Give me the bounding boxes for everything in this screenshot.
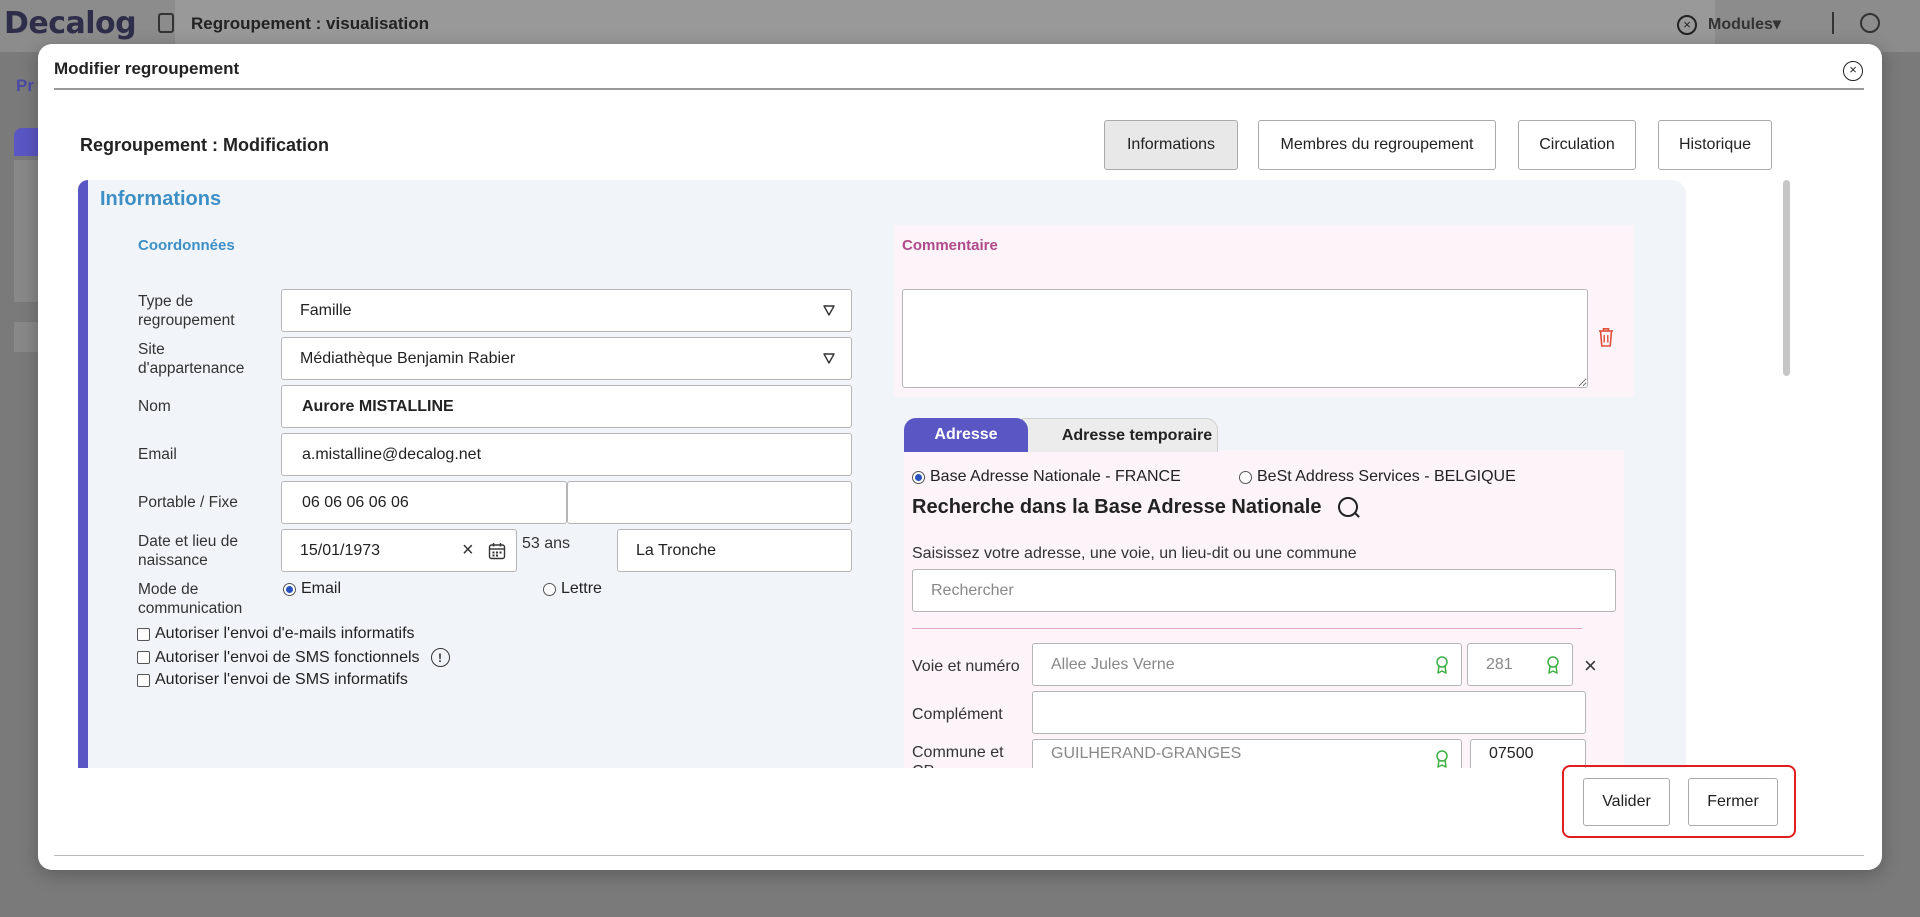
chevron-down-icon (823, 353, 835, 364)
checkbox-emails-informatifs[interactable]: Autoriser l'envoi d'e-mails informatifs (137, 625, 415, 643)
background-panel-strip (14, 322, 38, 352)
validated-icon (1436, 656, 1448, 674)
valider-button[interactable]: Valider (1583, 778, 1670, 826)
header-divider (1832, 12, 1834, 34)
tab-historique[interactable]: Historique (1658, 120, 1772, 170)
address-search-input[interactable]: Rechercher (912, 569, 1616, 612)
radio-lettre[interactable] (543, 582, 556, 596)
chevron-down-icon (823, 305, 835, 316)
birth-label: Date et lieu de naissance (138, 533, 238, 569)
voie-input[interactable]: Allee Jules Verne (1032, 643, 1462, 686)
cp-input[interactable]: 07500 (1470, 739, 1586, 768)
modal-title: Modifier regroupement (54, 59, 240, 78)
age-value: 53 ans (522, 535, 571, 552)
radio-best[interactable] (1239, 470, 1252, 484)
commune-input[interactable]: GUILHERAND-GRANGES (1032, 739, 1462, 768)
modules-menu: Modules▾ (1708, 16, 1781, 33)
tab-adresse-temporaire[interactable]: Adresse temporaire (1022, 418, 1218, 452)
background-breadcrumb: Pr (16, 76, 34, 95)
address-divider (912, 628, 1582, 629)
source-ban[interactable]: Base Adresse Nationale - FRANCE (912, 468, 1181, 486)
mobile-input[interactable]: 06 06 06 06 06 (281, 481, 567, 524)
birth-place-input[interactable]: La Tronche (617, 529, 852, 572)
tab-membres[interactable]: Membres du regroupement (1258, 120, 1496, 170)
clear-icon[interactable]: × (462, 539, 474, 562)
background-dialog-title: Regroupement : visualisation (191, 14, 430, 33)
calendar-icon[interactable] (488, 542, 506, 560)
informations-heading: Informations (100, 188, 222, 210)
birth-date-input[interactable]: 15/01/1973 × (281, 529, 517, 572)
comm-option-lettre[interactable]: Lettre (543, 580, 602, 598)
site-select[interactable]: Médiathèque Benjamin Rabier (281, 337, 852, 380)
trash-icon[interactable] (1597, 326, 1615, 348)
radio-ban[interactable] (912, 470, 925, 484)
tab-informations[interactable]: Informations (1104, 120, 1238, 170)
background-tab (14, 128, 40, 156)
search-title: Recherche dans la Base Adresse Nationale (912, 496, 1322, 518)
validated-icon (1547, 656, 1559, 674)
site-label: Site d'appartenance (138, 341, 245, 377)
background-close-icon: × (1677, 15, 1697, 35)
close-icon[interactable]: × (1843, 61, 1863, 81)
scrollbar[interactable] (1783, 180, 1790, 376)
checkbox[interactable] (137, 651, 150, 664)
fermer-button[interactable]: Fermer (1688, 778, 1778, 826)
type-select[interactable]: Famille (281, 289, 852, 332)
checkbox[interactable] (137, 673, 150, 687)
checkbox-sms-informatifs[interactable]: Autoriser l'envoi de SMS informatifs (137, 671, 408, 689)
search-hint: Saisissez votre adresse, une voie, un li… (912, 545, 1357, 562)
nom-input[interactable]: Aurore MISTALLINE (281, 385, 852, 428)
type-label: Type de regroupement (138, 293, 235, 329)
email-label: Email (138, 446, 177, 463)
tab-circulation[interactable]: Circulation (1518, 120, 1636, 170)
commentaire-textarea[interactable] (902, 289, 1588, 388)
complement-input[interactable] (1032, 691, 1586, 734)
commune-label: Commune etCP (912, 744, 1004, 768)
fixe-input[interactable] (567, 481, 852, 524)
background-panel (14, 160, 38, 302)
coordonnees-heading: Coordonnées (138, 237, 235, 254)
checkbox-sms-fonctionnels[interactable]: Autoriser l'envoi de SMS fonctionnels ! (137, 648, 450, 667)
comm-label: Mode de communication (138, 581, 243, 617)
voie-label: Voie et numéro (912, 658, 1020, 675)
title-divider (54, 88, 1864, 90)
comm-option-email[interactable]: Email (283, 580, 341, 598)
phone-label: Portable / Fixe (138, 494, 238, 511)
clear-address-icon[interactable]: × (1584, 655, 1597, 677)
complement-label: Complément (912, 706, 1003, 723)
section-title: Regroupement : Modification (80, 135, 329, 155)
validated-icon (1436, 750, 1448, 768)
info-icon (1860, 13, 1880, 33)
footer-divider (54, 855, 1864, 856)
tab-adresse[interactable]: Adresse (904, 418, 1028, 452)
app-logo: Decalog (4, 6, 137, 41)
search-icon[interactable] (1338, 497, 1358, 517)
numero-input[interactable]: 281 (1467, 643, 1573, 686)
commentaire-heading: Commentaire (902, 237, 998, 254)
source-best[interactable]: BeSt Address Services - BELGIQUE (1239, 468, 1516, 486)
calendar-icon (158, 13, 174, 33)
info-icon[interactable]: ! (430, 648, 450, 667)
radio-email[interactable] (283, 582, 296, 596)
email-input[interactable]: a.mistalline@decalog.net (281, 433, 852, 476)
nom-label: Nom (138, 398, 171, 415)
checkbox[interactable] (137, 627, 150, 641)
panel-accent-bar (78, 180, 88, 768)
